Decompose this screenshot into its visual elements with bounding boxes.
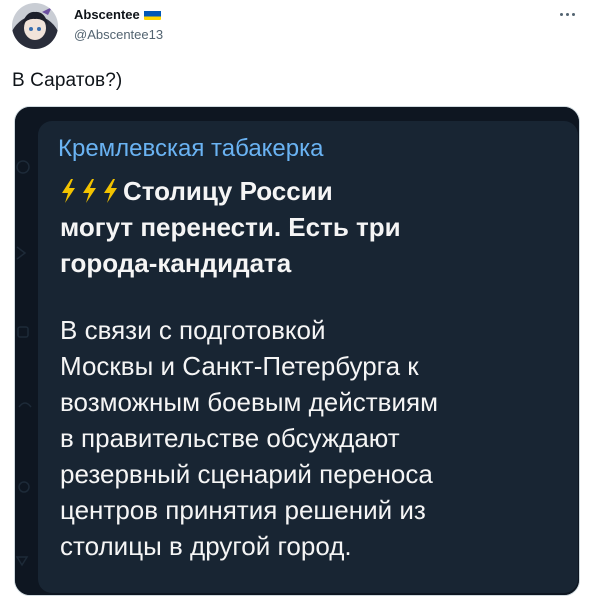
body-line: столицы в другой город. [60,531,352,561]
display-name-row: Abscentee [74,7,163,22]
tweet-media-image[interactable]: Кремлевская табакерка Столицу России мог… [14,106,580,596]
lightning-icons [60,179,119,203]
headline-line: Столицу России [123,176,333,206]
channel-name[interactable]: Кремлевская табакерка [58,135,324,163]
display-name[interactable]: Abscentee [74,7,140,22]
body-line: В связи с подготовкой [60,315,326,345]
body-line: возможным боевым действиям [60,387,438,417]
tweet: Abscentee @Abscentee13 В Саратов?) Кремл… [0,0,590,603]
message-body: В связи с подготовкой Москвы и Санкт-Пет… [60,312,560,564]
body-line: центров принятия решений из [60,495,426,525]
lightning-icon [62,179,75,203]
user-handle[interactable]: @Abscentee13 [74,27,163,42]
message-headline: Столицу России могут перенести. Есть три… [60,173,540,281]
lightning-icon [83,179,96,203]
headline-line: города-кандидата [60,248,292,278]
headline-line: могут перенести. Есть три [60,212,401,242]
ukraine-flag-icon [143,9,161,20]
tweet-text: В Саратов?) [12,70,123,91]
body-line: Москвы и Санкт-Петербурга к [60,351,419,381]
lightning-icon [104,179,117,203]
body-line: в правительстве обсуждают [60,423,400,453]
body-line: резервный сценарий переноса [60,459,433,489]
avatar[interactable] [12,3,58,49]
more-horizontal-icon[interactable] [560,9,578,19]
author-info: Abscentee @Abscentee13 [74,7,163,42]
